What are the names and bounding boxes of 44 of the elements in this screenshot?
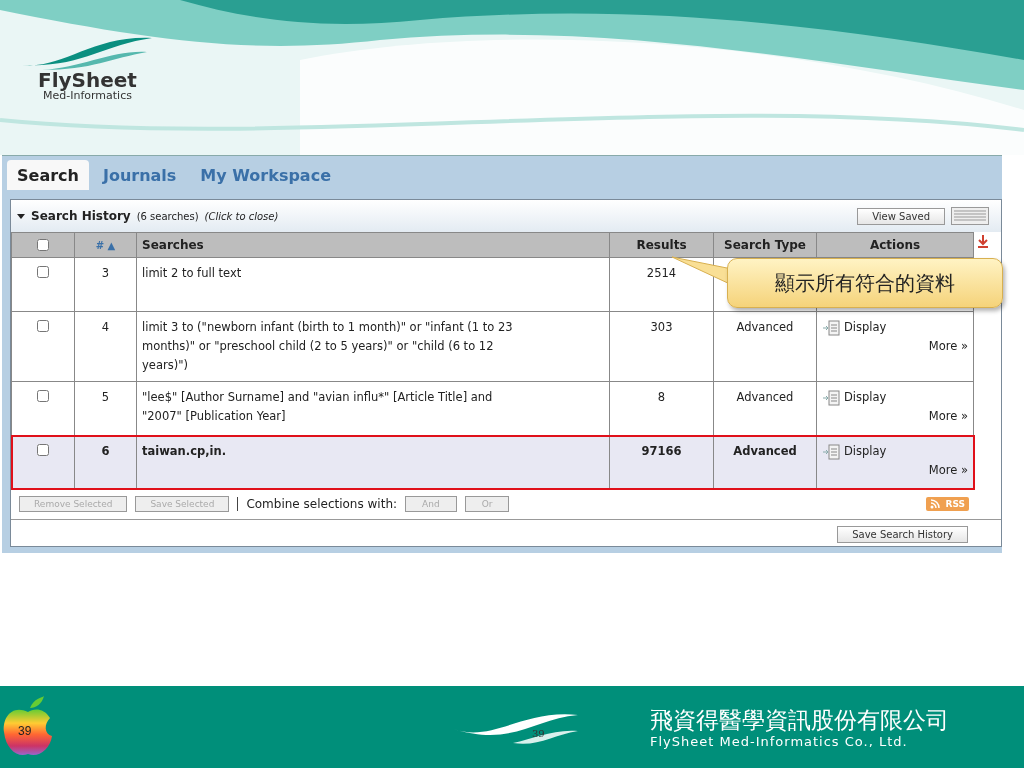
column-header[interactable]: Search Type bbox=[713, 232, 817, 258]
table-row[interactable]: 4 limit 3 to ("newborn infant (birth to 1 month)" or "infant (1 to 23 months)" or "preschool child (2 to 5 years)" or "child (6 to 12 years)") 303 Advanced Display More » bbox=[11, 311, 974, 382]
rss-icon bbox=[929, 499, 940, 509]
table-cell: 303 bbox=[609, 311, 714, 382]
document-icon bbox=[822, 319, 840, 336]
view-saved-button[interactable]: View Saved bbox=[857, 207, 945, 225]
combine-label: Combine selections with: bbox=[246, 497, 398, 511]
more-link[interactable]: More » bbox=[822, 407, 968, 426]
list-view-icon[interactable] bbox=[951, 207, 989, 225]
company-name-english: FlySheet Med-Informatics Co., Ltd. bbox=[650, 733, 909, 749]
table-cell: 4 bbox=[74, 311, 137, 382]
table-cell: limit 2 to full text bbox=[136, 257, 610, 312]
column-header[interactable]: Results bbox=[609, 232, 714, 258]
display-link[interactable]: Display bbox=[822, 444, 887, 458]
section-title: Search History bbox=[31, 209, 131, 223]
display-link[interactable]: Display bbox=[822, 390, 887, 404]
table-cell: limit 3 to ("newborn infant (birth to 1 month)" or "infant (1 to 23 months)" or "preschool child (2 to 5 years)" or "child (6 to 12 years)") bbox=[136, 311, 610, 382]
table-cell: Advanced bbox=[713, 311, 817, 382]
select-all-checkbox[interactable] bbox=[37, 238, 49, 251]
collapse-hint[interactable]: (Click to close) bbox=[204, 210, 279, 222]
caret-icon[interactable] bbox=[17, 212, 25, 220]
more-link[interactable]: More » bbox=[822, 337, 968, 356]
more-link[interactable]: More » bbox=[822, 461, 968, 480]
table-cell: 3 bbox=[74, 257, 137, 312]
tab[interactable]: Search bbox=[7, 160, 89, 190]
brand-tagline: Med-Informatics bbox=[42, 90, 132, 102]
download-icon[interactable] bbox=[976, 234, 990, 250]
display-link[interactable]: Display bbox=[822, 320, 887, 334]
search-count: (6 searches) bbox=[136, 210, 199, 222]
column-header[interactable]: Searches bbox=[136, 232, 610, 258]
column-header[interactable]: Actions bbox=[816, 232, 974, 258]
slide-number: 39 bbox=[18, 724, 32, 738]
brand-name: FlySheet bbox=[38, 70, 137, 90]
company-name: 飛資得醫學資訊股份有限公司 bbox=[650, 705, 949, 734]
document-icon bbox=[822, 389, 840, 406]
callout: 顯示所有符合的資料 bbox=[727, 258, 1003, 308]
save-history-button[interactable]: Save Search History bbox=[837, 526, 968, 543]
document-icon bbox=[822, 443, 840, 460]
row-checkbox[interactable] bbox=[37, 266, 49, 278]
row-checkbox[interactable] bbox=[37, 390, 49, 402]
row-checkbox[interactable] bbox=[37, 320, 49, 332]
table-row[interactable]: 5 "lee$" [Author Surname] and "avian influ*" [Article Title] and "2007" [Publication Year] 8 Advanced Display More » bbox=[11, 381, 974, 436]
row-checkbox[interactable] bbox=[37, 444, 49, 456]
table-row[interactable]: 6 taiwan.cp,in. 97166 Advanced Display More » bbox=[11, 435, 974, 489]
